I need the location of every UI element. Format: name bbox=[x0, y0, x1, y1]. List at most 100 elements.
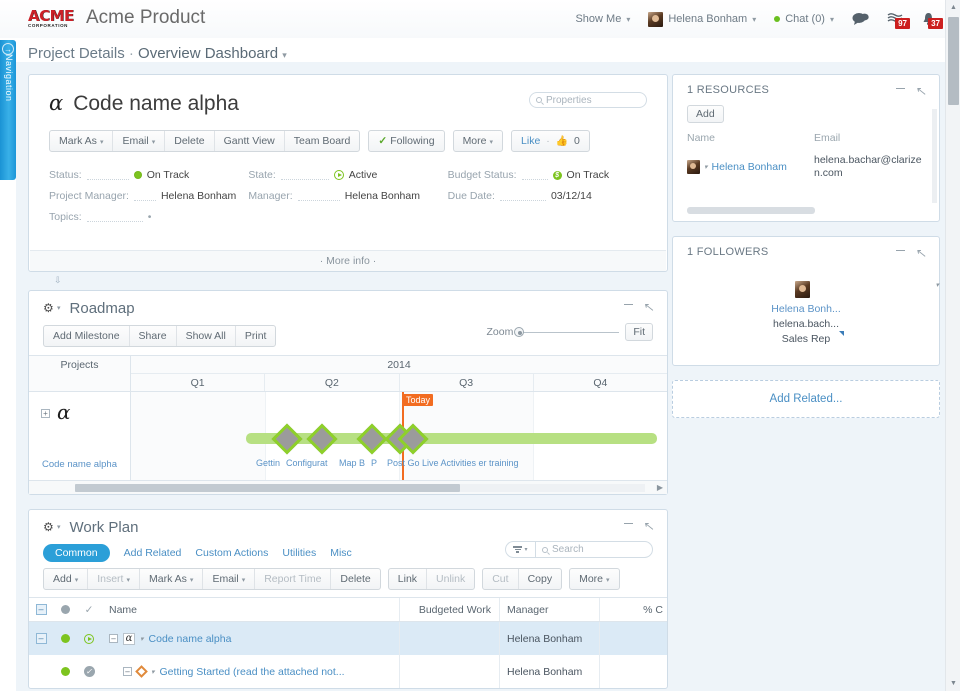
insert-button[interactable]: Insert▾ bbox=[88, 569, 140, 589]
follower-card[interactable]: ▾ Helena Bonh... helena.bach... Sales Re… bbox=[673, 267, 939, 365]
add-related-dropzone[interactable]: Add Related... bbox=[672, 380, 940, 418]
tab-utilities[interactable]: Utilities bbox=[282, 547, 316, 559]
chevron-down-icon[interactable]: ▾ bbox=[57, 304, 61, 312]
tab-add-related[interactable]: Add Related bbox=[124, 547, 182, 559]
add-button[interactable]: Add▾ bbox=[44, 569, 88, 589]
scrollbar-thumb[interactable] bbox=[948, 17, 959, 105]
column-header-name[interactable]: Name bbox=[687, 132, 814, 144]
page-vertical-scrollbar[interactable]: ▲ ▼ bbox=[945, 0, 960, 691]
milestone-diamond[interactable] bbox=[306, 423, 337, 454]
row-expand-cell[interactable]: – bbox=[29, 633, 53, 644]
milestone-label[interactable]: Configurat bbox=[286, 458, 328, 468]
expand-icon[interactable]: ↗ bbox=[645, 300, 655, 314]
minimize-icon[interactable] bbox=[896, 84, 905, 89]
milestone-diamond[interactable] bbox=[271, 423, 302, 454]
milestone-label[interactable]: Map B bbox=[339, 458, 365, 468]
list-item[interactable]: ▾ Helena Bonham helena.bachar@clarizen.c… bbox=[687, 154, 925, 180]
column-header-name[interactable]: Name bbox=[101, 604, 399, 616]
report-time-button[interactable]: Report Time bbox=[255, 569, 331, 589]
discussions-button[interactable] bbox=[843, 12, 878, 26]
show-me-menu[interactable]: Show Me ▾ bbox=[566, 13, 639, 25]
minimize-icon[interactable] bbox=[624, 519, 633, 524]
add-milestone-button[interactable]: Add Milestone bbox=[44, 326, 130, 346]
print-button[interactable]: Print bbox=[236, 326, 276, 346]
vertical-scrollbar[interactable] bbox=[932, 109, 937, 203]
following-button[interactable]: ✓Following bbox=[369, 131, 443, 151]
expand-row-icon[interactable]: + bbox=[41, 409, 50, 418]
resource-name-link[interactable]: Helena Bonham bbox=[712, 161, 787, 173]
chevron-down-icon[interactable]: ▾ bbox=[140, 635, 144, 643]
chat-menu[interactable]: Chat (0) ▾ bbox=[765, 13, 843, 25]
row-name-link[interactable]: Getting Started (read the attached not..… bbox=[160, 666, 345, 678]
gantt-row-caption[interactable]: Code name alpha bbox=[29, 459, 130, 470]
messages-button[interactable]: 97 bbox=[878, 12, 912, 26]
more-button[interactable]: More▾ bbox=[454, 131, 502, 151]
more-info-toggle[interactable]: · More info · bbox=[30, 250, 666, 271]
column-header-email[interactable]: Email bbox=[814, 132, 840, 144]
breadcrumb-root[interactable]: Project Details bbox=[28, 45, 125, 62]
tab-misc[interactable]: Misc bbox=[330, 547, 352, 559]
share-button[interactable]: Share bbox=[130, 326, 177, 346]
table-row[interactable]: – – α ▾ Code name alpha Helena Bonham bbox=[29, 622, 667, 655]
gear-icon[interactable]: ⚙ bbox=[43, 521, 55, 533]
gantt-timeline[interactable]: Today Gettin Configurat Map B P Post Go … bbox=[131, 392, 667, 480]
show-all-button[interactable]: Show All bbox=[177, 326, 236, 346]
breadcrumb-current[interactable]: Overview Dashboard bbox=[138, 45, 278, 62]
slider-handle[interactable] bbox=[514, 327, 524, 337]
cut-button[interactable]: Cut bbox=[483, 569, 518, 589]
milestone-label[interactable]: Post Go Live Activities er training bbox=[387, 458, 519, 468]
tree-collapse-icon[interactable]: – bbox=[109, 634, 118, 643]
column-header-manager[interactable]: Manager bbox=[499, 598, 599, 621]
tree-collapse-icon[interactable]: – bbox=[123, 667, 132, 676]
delete-button[interactable]: Delete bbox=[331, 569, 379, 589]
link-button[interactable]: Link bbox=[389, 569, 427, 589]
collapse-row-icon[interactable]: – bbox=[36, 633, 47, 644]
expand-icon[interactable]: ↗ bbox=[645, 519, 655, 533]
milestone-diamond[interactable] bbox=[356, 423, 387, 454]
follower-name[interactable]: Helena Bonh... bbox=[673, 303, 939, 315]
search-input[interactable]: Search bbox=[535, 541, 653, 558]
minimize-icon[interactable] bbox=[624, 300, 633, 305]
scroll-down-icon[interactable]: ▼ bbox=[946, 676, 960, 691]
alerts-button[interactable]: 37 bbox=[912, 12, 945, 26]
fit-button[interactable]: Fit bbox=[625, 323, 653, 341]
column-header-budgeted-work[interactable]: Budgeted Work bbox=[399, 598, 499, 621]
select-all-cell[interactable]: – bbox=[29, 604, 53, 615]
gantt-horizontal-scrollbar[interactable]: ◀ ▶ bbox=[29, 480, 667, 494]
chevron-down-icon[interactable]: ▾ bbox=[57, 523, 61, 531]
more-button[interactable]: More▾ bbox=[570, 569, 618, 589]
chevron-down-icon[interactable]: ▾ bbox=[935, 281, 939, 289]
chevron-down-icon[interactable]: ▾ bbox=[282, 50, 287, 60]
like-button[interactable]: Like · 👍 0 bbox=[512, 131, 589, 151]
scrollbar-thumb[interactable] bbox=[75, 484, 460, 492]
expand-icon[interactable]: ↗ bbox=[917, 84, 927, 98]
delete-button[interactable]: Delete bbox=[165, 131, 214, 151]
tab-custom-actions[interactable]: Custom Actions bbox=[195, 547, 268, 559]
milestone-label[interactable]: P bbox=[371, 458, 377, 468]
gear-icon[interactable]: ⚙ bbox=[43, 302, 55, 314]
navigation-tab[interactable]: → Navigation bbox=[0, 40, 16, 180]
scroll-up-icon[interactable]: ▲ bbox=[946, 0, 960, 15]
add-resource-button[interactable]: Add bbox=[687, 105, 724, 123]
mark-as-button[interactable]: Mark As▾ bbox=[140, 569, 203, 589]
zoom-slider[interactable] bbox=[519, 332, 619, 333]
mark-as-button[interactable]: Mark As▾ bbox=[50, 131, 113, 151]
brand-logo[interactable]: ACME CORPORATION Acme Product bbox=[28, 8, 205, 30]
properties-search-input[interactable]: Properties bbox=[529, 92, 647, 108]
filter-button[interactable]: ▾ bbox=[505, 541, 535, 558]
milestone-label[interactable]: Gettin bbox=[256, 458, 280, 468]
table-row[interactable]: ✓ – ▾ Getting Started (read the attached… bbox=[29, 655, 667, 688]
email-button[interactable]: Email▾ bbox=[113, 131, 165, 151]
team-board-button[interactable]: Team Board bbox=[285, 131, 360, 151]
collapse-strip[interactable]: ⇩ bbox=[28, 272, 668, 288]
horizontal-scrollbar[interactable] bbox=[687, 207, 815, 214]
scroll-right-icon[interactable]: ▶ bbox=[657, 483, 663, 492]
gantt-view-button[interactable]: Gantt View bbox=[215, 131, 285, 151]
chevron-down-icon[interactable]: ▾ bbox=[151, 668, 155, 676]
tab-common[interactable]: Common bbox=[43, 544, 110, 562]
collapse-all-icon[interactable]: – bbox=[36, 604, 47, 615]
minimize-icon[interactable] bbox=[896, 246, 905, 251]
chevron-down-icon[interactable]: ▾ bbox=[704, 163, 708, 171]
user-menu[interactable]: Helena Bonham ▾ bbox=[639, 12, 765, 27]
unlink-button[interactable]: Unlink bbox=[427, 569, 474, 589]
